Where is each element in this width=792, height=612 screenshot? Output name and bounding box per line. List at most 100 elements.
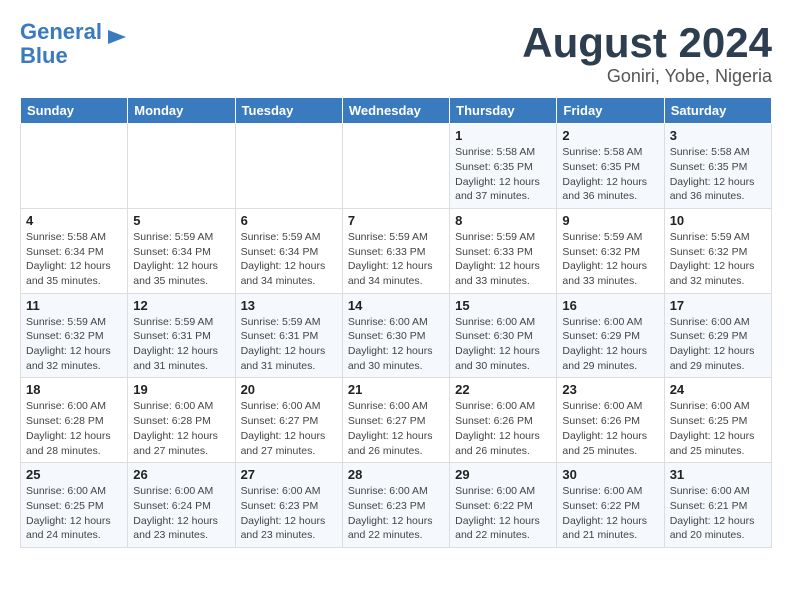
day-number: 10 (670, 213, 766, 228)
day-detail: Sunrise: 6:00 AM Sunset: 6:23 PM Dayligh… (348, 484, 444, 543)
calendar-cell: 16 Sunrise: 6:00 AM Sunset: 6:29 PM Dayli… (557, 293, 664, 378)
calendar-cell: 24Sunrise: 6:00 AM Sunset: 6:25 PM Dayli… (664, 378, 771, 463)
day-number: 6 (241, 213, 337, 228)
calendar-cell: 15Sunrise: 6:00 AM Sunset: 6:30 PM Dayli… (450, 293, 557, 378)
day-number: 7 (348, 213, 444, 228)
month-title: August 2024 (522, 20, 772, 66)
day-number: 19 (133, 382, 229, 397)
calendar-cell: 17 Sunrise: 6:00 AM Sunset: 6:29 PM Dayli… (664, 293, 771, 378)
day-number: 27 (241, 467, 337, 482)
day-number: 25 (26, 467, 122, 482)
day-detail: Sunrise: 5:59 AM Sunset: 6:34 PM Dayligh… (241, 230, 337, 289)
day-number: 12 (133, 298, 229, 313)
calendar-cell: 3 Sunrise: 5:58 AM Sunset: 6:35 PM Daylig… (664, 124, 771, 209)
day-detail: Sunrise: 5:59 AM Sunset: 6:33 PM Dayligh… (455, 230, 551, 289)
day-header-wednesday: Wednesday (342, 98, 449, 124)
day-detail: Sunrise: 6:00 AM Sunset: 6:28 PM Dayligh… (133, 399, 229, 458)
day-number: 4 (26, 213, 122, 228)
day-detail: Sunrise: 5:59 AM Sunset: 6:31 PM Dayligh… (241, 315, 337, 374)
day-detail: Sunrise: 5:58 AM Sunset: 6:35 PM Dayligh… (562, 145, 658, 204)
calendar-cell: 27 Sunrise: 6:00 AM Sunset: 6:23 PM Dayli… (235, 463, 342, 548)
header: General Blue August 2024 Goniri, Yobe, N… (20, 20, 772, 87)
day-detail: Sunrise: 5:58 AM Sunset: 6:35 PM Dayligh… (670, 145, 766, 204)
calendar-cell: 1 Sunrise: 5:58 AM Sunset: 6:35 PM Daylig… (450, 124, 557, 209)
day-header-sunday: Sunday (21, 98, 128, 124)
day-number: 8 (455, 213, 551, 228)
day-detail: Sunrise: 6:00 AM Sunset: 6:30 PM Dayligh… (348, 315, 444, 374)
day-detail: Sunrise: 6:00 AM Sunset: 6:29 PM Dayligh… (562, 315, 658, 374)
day-header-tuesday: Tuesday (235, 98, 342, 124)
day-detail: Sunrise: 5:59 AM Sunset: 6:31 PM Dayligh… (133, 315, 229, 374)
day-detail: Sunrise: 6:00 AM Sunset: 6:25 PM Dayligh… (26, 484, 122, 543)
day-header-monday: Monday (128, 98, 235, 124)
calendar-cell: 29Sunrise: 6:00 AM Sunset: 6:22 PM Dayli… (450, 463, 557, 548)
day-header-thursday: Thursday (450, 98, 557, 124)
day-header-friday: Friday (557, 98, 664, 124)
day-number: 26 (133, 467, 229, 482)
day-detail: Sunrise: 6:00 AM Sunset: 6:25 PM Dayligh… (670, 399, 766, 458)
day-number: 11 (26, 298, 122, 313)
calendar-cell: 6 Sunrise: 5:59 AM Sunset: 6:34 PM Daylig… (235, 208, 342, 293)
calendar-cell: 4Sunrise: 5:58 AM Sunset: 6:34 PM Daylig… (21, 208, 128, 293)
day-number: 3 (670, 128, 766, 143)
logo-general: General (20, 19, 102, 44)
day-detail: Sunrise: 5:59 AM Sunset: 6:32 PM Dayligh… (670, 230, 766, 289)
day-detail: Sunrise: 5:59 AM Sunset: 6:34 PM Dayligh… (133, 230, 229, 289)
day-detail: Sunrise: 6:00 AM Sunset: 6:29 PM Dayligh… (670, 315, 766, 374)
calendar-cell: 14 Sunrise: 6:00 AM Sunset: 6:30 PM Dayli… (342, 293, 449, 378)
day-number: 21 (348, 382, 444, 397)
day-number: 1 (455, 128, 551, 143)
day-detail: Sunrise: 5:59 AM Sunset: 6:33 PM Dayligh… (348, 230, 444, 289)
day-number: 28 (348, 467, 444, 482)
day-number: 16 (562, 298, 658, 313)
calendar-cell: 11 Sunrise: 5:59 AM Sunset: 6:32 PM Dayli… (21, 293, 128, 378)
calendar-table: SundayMondayTuesdayWednesdayThursdayFrid… (20, 97, 772, 548)
calendar-week-row: 11 Sunrise: 5:59 AM Sunset: 6:32 PM Dayli… (21, 293, 772, 378)
calendar-cell: 26 Sunrise: 6:00 AM Sunset: 6:24 PM Dayli… (128, 463, 235, 548)
day-detail: Sunrise: 5:59 AM Sunset: 6:32 PM Dayligh… (26, 315, 122, 374)
day-number: 31 (670, 467, 766, 482)
calendar-cell: 2 Sunrise: 5:58 AM Sunset: 6:35 PM Daylig… (557, 124, 664, 209)
day-detail: Sunrise: 5:59 AM Sunset: 6:32 PM Dayligh… (562, 230, 658, 289)
day-number: 30 (562, 467, 658, 482)
day-detail: Sunrise: 6:00 AM Sunset: 6:23 PM Dayligh… (241, 484, 337, 543)
calendar-cell (235, 124, 342, 209)
calendar-cell (21, 124, 128, 209)
calendar-cell: 22Sunrise: 6:00 AM Sunset: 6:26 PM Dayli… (450, 378, 557, 463)
calendar-cell (342, 124, 449, 209)
calendar-cell: 30 Sunrise: 6:00 AM Sunset: 6:22 PM Dayli… (557, 463, 664, 548)
calendar-week-row: 4Sunrise: 5:58 AM Sunset: 6:34 PM Daylig… (21, 208, 772, 293)
day-number: 15 (455, 298, 551, 313)
calendar-cell: 20Sunrise: 6:00 AM Sunset: 6:27 PM Dayli… (235, 378, 342, 463)
day-detail: Sunrise: 6:00 AM Sunset: 6:21 PM Dayligh… (670, 484, 766, 543)
day-detail: Sunrise: 6:00 AM Sunset: 6:22 PM Dayligh… (562, 484, 658, 543)
calendar-cell: 18 Sunrise: 6:00 AM Sunset: 6:28 PM Dayli… (21, 378, 128, 463)
calendar-cell: 8 Sunrise: 5:59 AM Sunset: 6:33 PM Daylig… (450, 208, 557, 293)
calendar-cell: 28 Sunrise: 6:00 AM Sunset: 6:23 PM Dayli… (342, 463, 449, 548)
title-block: August 2024 Goniri, Yobe, Nigeria (522, 20, 772, 87)
day-number: 17 (670, 298, 766, 313)
day-number: 22 (455, 382, 551, 397)
day-detail: Sunrise: 6:00 AM Sunset: 6:22 PM Dayligh… (455, 484, 551, 543)
calendar-cell: 12 Sunrise: 5:59 AM Sunset: 6:31 PM Dayli… (128, 293, 235, 378)
day-header-saturday: Saturday (664, 98, 771, 124)
calendar-week-row: 1 Sunrise: 5:58 AM Sunset: 6:35 PM Daylig… (21, 124, 772, 209)
day-number: 14 (348, 298, 444, 313)
calendar-cell: 10 Sunrise: 5:59 AM Sunset: 6:32 PM Dayli… (664, 208, 771, 293)
page: General Blue August 2024 Goniri, Yobe, N… (0, 0, 792, 568)
day-detail: Sunrise: 6:00 AM Sunset: 6:24 PM Dayligh… (133, 484, 229, 543)
day-number: 20 (241, 382, 337, 397)
day-number: 5 (133, 213, 229, 228)
day-number: 18 (26, 382, 122, 397)
calendar-cell: 9 Sunrise: 5:59 AM Sunset: 6:32 PM Daylig… (557, 208, 664, 293)
calendar-cell: 5 Sunrise: 5:59 AM Sunset: 6:34 PM Daylig… (128, 208, 235, 293)
logo: General Blue (20, 20, 128, 68)
day-number: 2 (562, 128, 658, 143)
day-detail: Sunrise: 6:00 AM Sunset: 6:27 PM Dayligh… (348, 399, 444, 458)
day-detail: Sunrise: 5:58 AM Sunset: 6:35 PM Dayligh… (455, 145, 551, 204)
logo-blue: Blue (20, 43, 68, 68)
day-detail: Sunrise: 6:00 AM Sunset: 6:28 PM Dayligh… (26, 399, 122, 458)
calendar-cell: 23Sunrise: 6:00 AM Sunset: 6:26 PM Dayli… (557, 378, 664, 463)
calendar-week-row: 18 Sunrise: 6:00 AM Sunset: 6:28 PM Dayli… (21, 378, 772, 463)
day-number: 9 (562, 213, 658, 228)
